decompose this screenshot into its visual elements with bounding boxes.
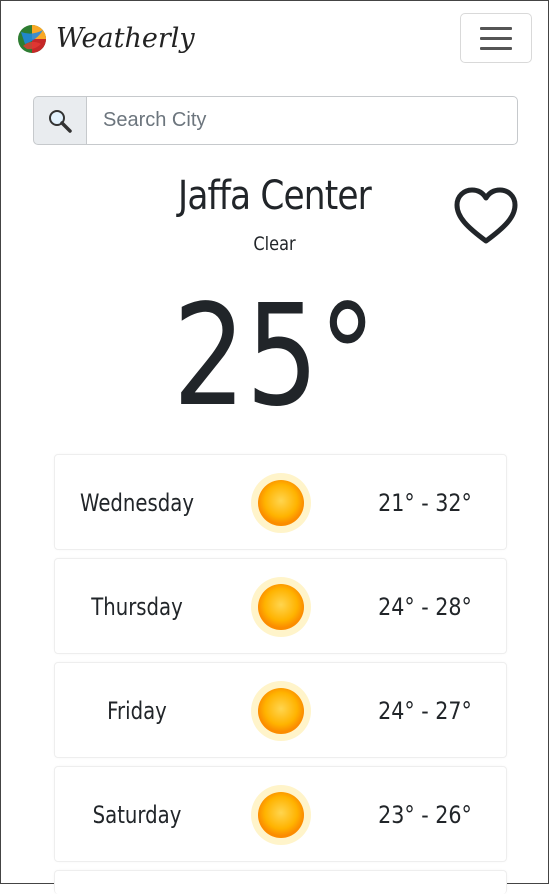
logo-icon <box>18 24 46 53</box>
forecast-item[interactable]: Saturday 23° - 26° <box>54 766 507 862</box>
forecast-range: 24° - 28° <box>378 593 472 621</box>
city-name: Jaffa Center <box>178 173 372 219</box>
search-button[interactable] <box>33 96 86 145</box>
forecast-day: Friday <box>107 697 167 725</box>
forecast-item[interactable]: Thursday 24° - 28° <box>54 558 507 654</box>
forecast-item[interactable]: Wednesday 21° - 32° <box>54 454 507 550</box>
forecast-day: Saturday <box>92 801 182 829</box>
forecast-range: 24° - 27° <box>378 697 472 725</box>
search-icon <box>49 109 72 133</box>
forecast-day: Thursday <box>91 593 183 621</box>
hamburger-icon-line <box>480 26 512 30</box>
forecast-day: Wednesday <box>80 489 194 517</box>
current-temperature: 25° <box>172 275 377 438</box>
menu-toggle-button[interactable] <box>460 13 532 63</box>
sun-icon <box>251 577 311 637</box>
forecast-range: 23° - 26° <box>378 801 472 829</box>
hamburger-icon-line <box>480 36 512 40</box>
search-input[interactable] <box>86 96 518 145</box>
forecast-range: 21° - 32° <box>378 489 472 517</box>
navbar: Weatherly <box>1 1 548 77</box>
forecast-item[interactable]: Friday 24° - 27° <box>54 662 507 758</box>
heart-icon[interactable] <box>453 187 519 247</box>
search-group <box>33 96 518 145</box>
weather-condition: Clear <box>253 233 296 255</box>
forecast-item[interactable] <box>54 870 507 894</box>
sun-icon <box>251 473 311 533</box>
forecast-list: Wednesday 21° - 32° Thursday 24° - 28° F… <box>54 454 507 894</box>
hamburger-icon-line <box>480 46 512 50</box>
sun-icon <box>251 785 311 845</box>
sun-icon <box>251 681 311 741</box>
brand-name: Weatherly <box>56 23 195 54</box>
brand-link[interactable]: Weatherly <box>17 23 195 54</box>
